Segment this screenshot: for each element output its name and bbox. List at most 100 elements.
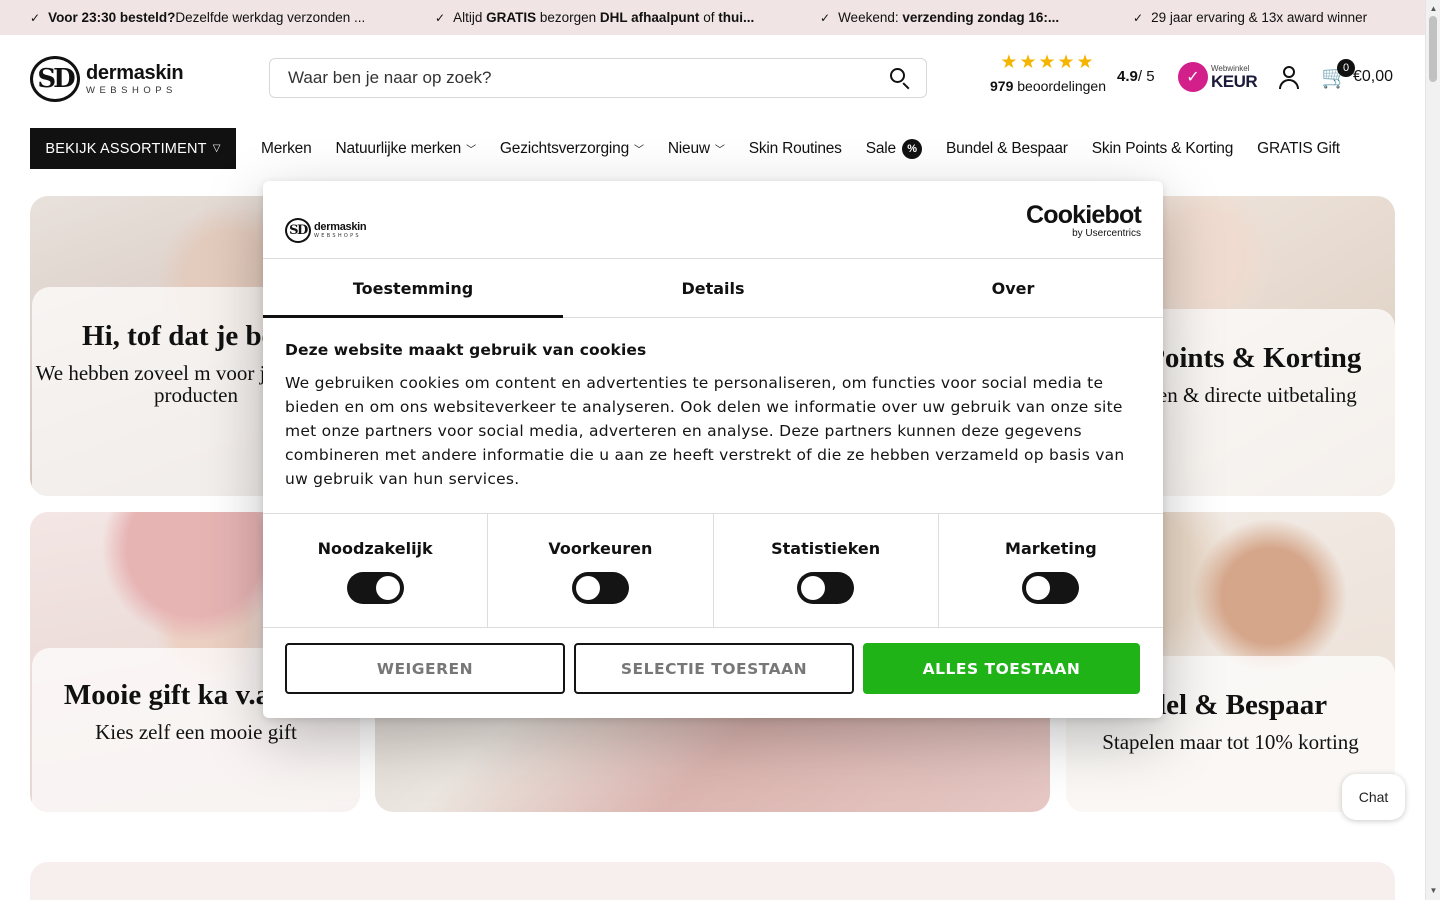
nav-label: Sale bbox=[865, 139, 896, 157]
scrollbar-thumb[interactable] bbox=[1429, 16, 1437, 82]
toggle-voorkeuren[interactable] bbox=[571, 572, 629, 604]
cookie-dialog-header: SD dermaskin WEBSHOPS Cookiebot by Userc… bbox=[263, 181, 1163, 259]
usp-text: 29 jaar ervaring & 13x award winner bbox=[1151, 10, 1368, 25]
usp-text: verzending zondag 16:... bbox=[902, 10, 1060, 25]
cookie-consent-dialog: SD dermaskin WEBSHOPS Cookiebot by Userc… bbox=[263, 181, 1163, 718]
nav-label: Natuurlijke merken bbox=[335, 139, 462, 157]
check-icon: ✓ bbox=[820, 10, 831, 25]
cart-button[interactable]: 🛒 0 €0,00 bbox=[1321, 59, 1394, 94]
content-section bbox=[30, 862, 1395, 900]
logo-name: dermaskin bbox=[314, 220, 367, 233]
search-bar bbox=[269, 58, 927, 98]
allow-all-button[interactable]: ALLES TOESTAAN bbox=[863, 643, 1140, 694]
chevron-down-icon: ﹀ bbox=[466, 145, 476, 156]
search-icon[interactable] bbox=[888, 66, 912, 90]
usp-text: bezorgen bbox=[539, 10, 597, 25]
toggle-noodzakelijk[interactable] bbox=[346, 572, 404, 604]
tab-toestemming[interactable]: Toestemming bbox=[263, 259, 563, 318]
score-value: 4.9 bbox=[1117, 68, 1138, 85]
keur-main-label: KEUR bbox=[1211, 71, 1258, 91]
nav-label: Gezichtsverzorging bbox=[499, 139, 629, 157]
category-marketing: Marketing bbox=[939, 514, 1163, 627]
nav-label: Skin Points & Korting bbox=[1091, 139, 1234, 157]
nav-label: Bundel & Bespaar bbox=[945, 139, 1068, 157]
cookie-dialog-body: Deze website maakt gebruik van cookies W… bbox=[285, 341, 1135, 491]
usp-text: Dezelfde werkdag verzonden ... bbox=[175, 10, 366, 25]
nav-item-gezichtsverzorging[interactable]: Gezichtsverzorging ﹀ bbox=[500, 140, 644, 158]
category-label: Voorkeuren bbox=[548, 539, 653, 558]
rating-score: 4.9/ 5 bbox=[1117, 68, 1155, 85]
usp-text: Voor 23:30 besteld? bbox=[48, 10, 176, 25]
page-scrollbar[interactable]: ▲ ▼ bbox=[1425, 0, 1440, 900]
logo-subtitle: WEBSHOPS bbox=[314, 232, 361, 239]
usp-item-delivery: ✓ Voor 23:30 besteld? Dezelfde werkdag v… bbox=[30, 0, 410, 35]
tab-details[interactable]: Details bbox=[563, 259, 863, 317]
nav-item-bundel-bespaar[interactable]: Bundel & Bespaar bbox=[946, 140, 1068, 158]
site-logo[interactable]: SD dermaskin WEBSHOPS bbox=[30, 55, 200, 103]
check-icon: ✓ bbox=[30, 10, 41, 25]
percent-icon: % bbox=[901, 138, 922, 159]
cookiebot-by: by Usercentrics bbox=[1072, 228, 1141, 239]
usp-text: Altijd bbox=[453, 10, 483, 25]
cart-total: €0,00 bbox=[1353, 68, 1394, 85]
search-input[interactable] bbox=[288, 68, 888, 88]
category-voorkeuren: Voorkeuren bbox=[488, 514, 714, 627]
scroll-down-arrow-icon[interactable]: ▼ bbox=[1426, 884, 1440, 898]
usp-text: thui... bbox=[718, 10, 755, 25]
account-icon[interactable] bbox=[1278, 66, 1300, 90]
cookie-categories: Noodzakelijk Voorkeuren Statistieken Mar… bbox=[263, 513, 1163, 628]
toggle-marketing[interactable] bbox=[1022, 572, 1080, 604]
reject-button[interactable]: WEIGEREN bbox=[285, 643, 565, 694]
category-label: Marketing bbox=[1005, 539, 1097, 558]
chevron-down-icon: ▽ bbox=[212, 143, 221, 154]
nav-label: Merken bbox=[261, 139, 312, 157]
usp-item-experience: ✓ 29 jaar ervaring & 13x award winner bbox=[1133, 0, 1398, 35]
assortment-label: BEKIJK ASSORTIMENT bbox=[45, 140, 207, 157]
usp-item-weekend: ✓ Weekend: verzending zondag 16:... bbox=[820, 0, 1085, 35]
cookiebot-name: Cookiebot bbox=[1025, 201, 1142, 229]
toggle-statistieken[interactable] bbox=[797, 572, 855, 604]
scroll-up-arrow-icon[interactable]: ▲ bbox=[1426, 2, 1440, 16]
cookiebot-logo[interactable]: Cookiebot by Usercentrics bbox=[1025, 201, 1142, 239]
rating-stars: ★★★★★ bbox=[1000, 52, 1096, 73]
usp-text: of bbox=[703, 10, 715, 25]
nav-item-skin-routines[interactable]: Skin Routines bbox=[749, 140, 842, 158]
tab-over[interactable]: Over bbox=[863, 259, 1163, 317]
usp-text: DHL afhaalpunt bbox=[599, 10, 700, 25]
category-noodzakelijk: Noodzakelijk bbox=[263, 514, 489, 627]
cookie-heading: Deze website maakt gebruik van cookies bbox=[285, 341, 647, 359]
category-label: Noodzakelijk bbox=[317, 539, 433, 558]
cart-count-badge: 0 bbox=[1337, 59, 1355, 77]
nav-label: GRATIS Gift bbox=[1257, 139, 1340, 157]
cookie-dialog-logo: SD dermaskin WEBSHOPS bbox=[285, 206, 455, 254]
keur-check-icon: ✓ bbox=[1178, 62, 1208, 92]
allow-selection-button[interactable]: SELECTIE TOESTAAN bbox=[574, 643, 854, 694]
nav-item-sale[interactable]: Sale% bbox=[865, 138, 922, 159]
cart-icon: 🛒 0 bbox=[1321, 59, 1355, 90]
score-max: / 5 bbox=[1137, 68, 1155, 85]
cookie-dialog-tabs: Toestemming Details Over bbox=[263, 259, 1163, 318]
usp-text: GRATIS bbox=[486, 10, 537, 25]
reviews-number: 979 bbox=[990, 78, 1014, 94]
rating-widget[interactable]: ★★★★★ 979 beoordelingen bbox=[983, 52, 1113, 94]
promo-subtitle: Kies zelf een mooie gift bbox=[95, 720, 297, 744]
check-icon: ✓ bbox=[435, 10, 446, 25]
promo-subtitle: Stapelen maar tot 10% korting bbox=[1102, 730, 1359, 754]
check-icon: ✓ bbox=[1133, 10, 1144, 25]
nav-item-merken[interactable]: Merken bbox=[261, 139, 312, 158]
webwinkel-keur-badge[interactable]: ✓ Webwinkel KEUR bbox=[1178, 61, 1258, 93]
nav-item-nieuw[interactable]: Nieuw ﹀ bbox=[668, 140, 725, 158]
nav-item-gratis-gift[interactable]: GRATIS Gift bbox=[1257, 140, 1340, 158]
category-statistieken: Statistieken bbox=[714, 514, 939, 627]
chat-button[interactable]: Chat bbox=[1342, 774, 1405, 820]
usp-item-shipping: ✓ Altijd GRATIS bezorgen DHL afhaalpunt … bbox=[435, 0, 795, 35]
reviews-count: 979 beoordelingen bbox=[983, 78, 1113, 94]
cookie-actions: WEIGEREN SELECTIE TOESTAAN ALLES TOESTAA… bbox=[285, 643, 1141, 694]
nav-item-natuurlijke-merken[interactable]: Natuurlijke merken ﹀ bbox=[335, 139, 476, 158]
nav-item-skin-points[interactable]: Skin Points & Korting bbox=[1091, 139, 1234, 158]
logo-name: dermaskin bbox=[86, 61, 184, 84]
view-assortment-button[interactable]: BEKIJK ASSORTIMENT ▽ bbox=[30, 128, 236, 169]
logo-mark: SD bbox=[30, 56, 80, 102]
category-label: Statistieken bbox=[771, 539, 881, 558]
cookie-description: We gebruiken cookies om content en adver… bbox=[285, 374, 1125, 488]
